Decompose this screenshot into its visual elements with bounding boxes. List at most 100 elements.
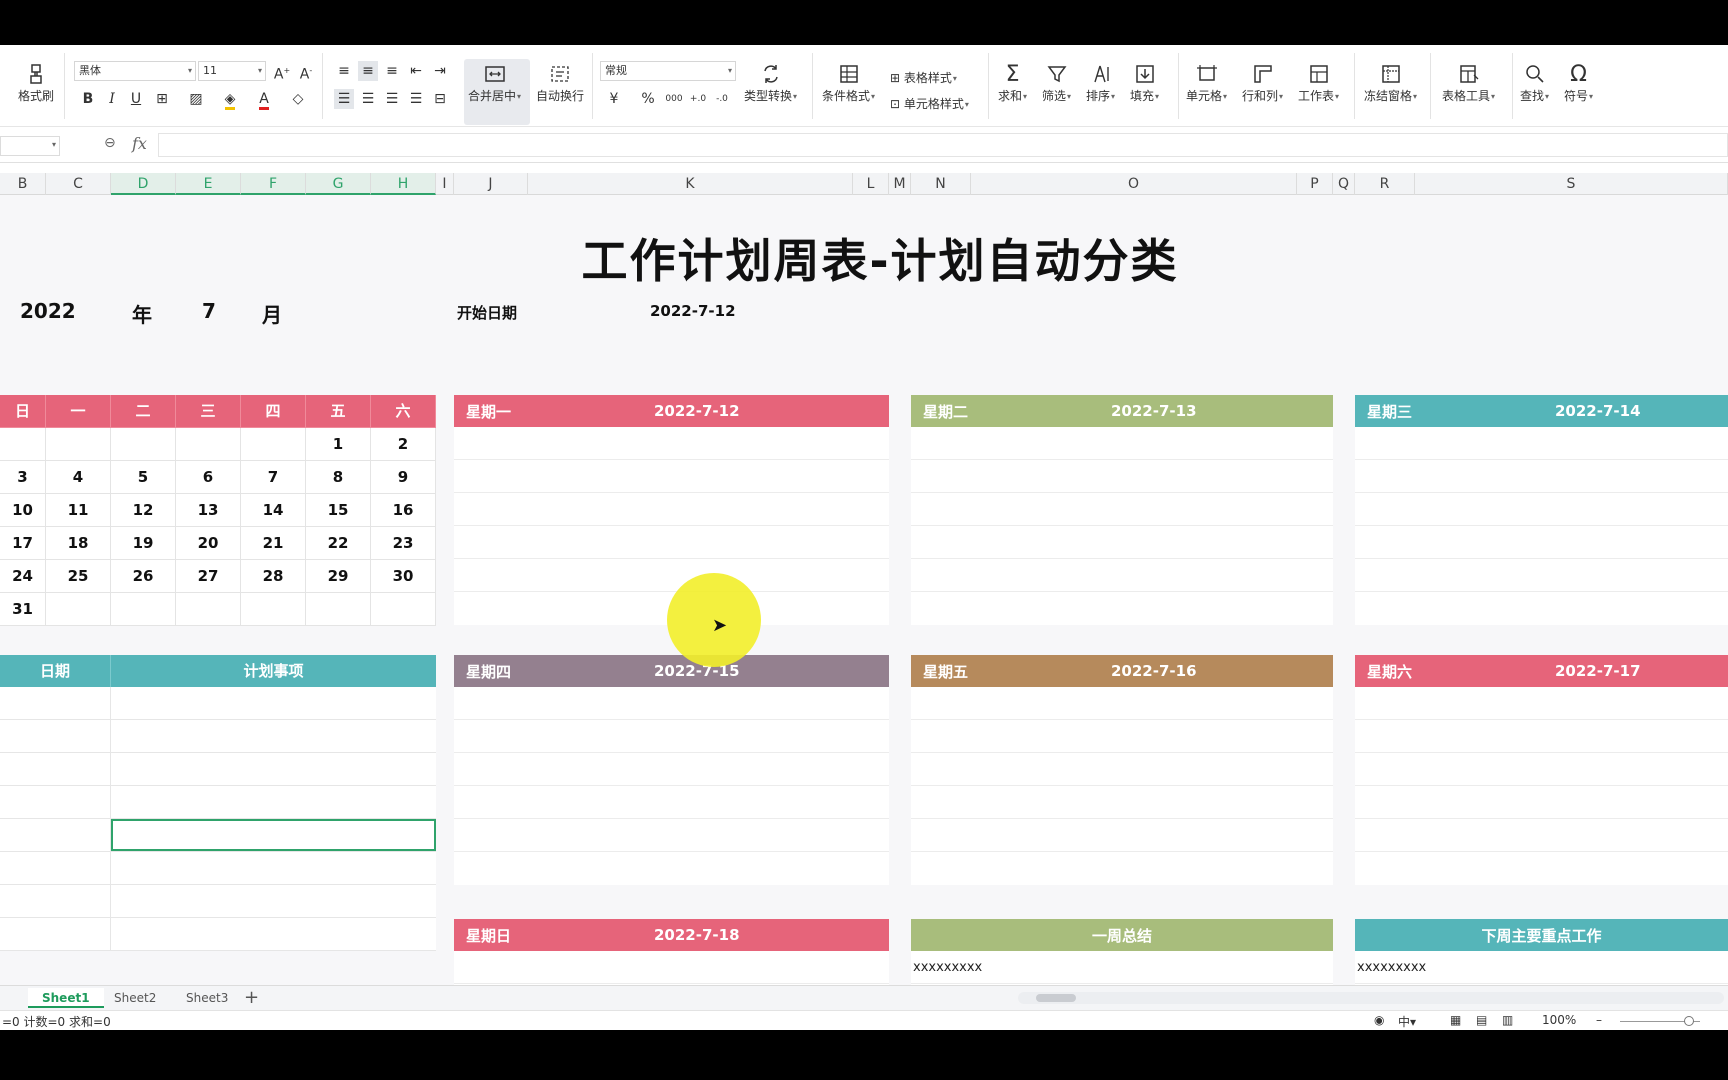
- formula-input[interactable]: [158, 133, 1728, 157]
- start-date-value[interactable]: 2022-7-12: [650, 302, 736, 320]
- currency-button[interactable]: ¥: [604, 89, 624, 109]
- add-sheet-icon[interactable]: +: [244, 987, 259, 1008]
- italic-button[interactable]: I: [102, 89, 122, 109]
- table-row[interactable]: [0, 885, 436, 918]
- column-header[interactable]: C: [46, 173, 111, 195]
- weekly-summary-box[interactable]: 一周总结 xxxxxxxxx xxxxxxxxx: [911, 919, 1333, 985]
- day-cell[interactable]: 16: [371, 494, 436, 527]
- page-break-icon[interactable]: ▥: [1502, 1013, 1513, 1027]
- day-cell[interactable]: 17: [0, 527, 46, 560]
- font-color-icon[interactable]: A: [254, 89, 274, 110]
- summary-line[interactable]: xxxxxxxxx: [911, 951, 1333, 984]
- column-header[interactable]: F: [241, 173, 306, 195]
- active-cell[interactable]: [111, 819, 436, 851]
- sum-button[interactable]: Σ 求和▾: [998, 61, 1027, 104]
- day-cell[interactable]: 19: [111, 527, 176, 560]
- column-header[interactable]: E: [176, 173, 241, 195]
- conditional-format-button[interactable]: 条件格式▾: [822, 61, 875, 104]
- thousands-button[interactable]: 000: [664, 89, 684, 109]
- table-row[interactable]: [0, 852, 436, 885]
- day-cell[interactable]: [46, 593, 111, 626]
- next-week-line[interactable]: xxxxxxxxx: [1355, 951, 1728, 984]
- fill-color-icon[interactable]: ◈: [220, 89, 240, 110]
- day-box-saturday[interactable]: 星期六 2022-7-17: [1355, 655, 1728, 885]
- table-tools-button[interactable]: 表格工具▾: [1442, 61, 1495, 104]
- day-cell[interactable]: 2: [371, 428, 436, 461]
- day-cell[interactable]: 21: [241, 527, 306, 560]
- normal-view-icon[interactable]: ▦: [1450, 1013, 1461, 1027]
- day-cell[interactable]: 5: [111, 461, 176, 494]
- justify-icon[interactable]: ☰: [406, 89, 426, 109]
- zoom-level[interactable]: 100%: [1542, 1013, 1576, 1027]
- indent-decrease-icon[interactable]: ⇤: [406, 61, 426, 81]
- cell-style-button[interactable]: ⊡ 单元格样式▾: [890, 95, 969, 112]
- align-left-icon[interactable]: ☰: [334, 89, 354, 109]
- day-cell[interactable]: [0, 428, 46, 461]
- indent-increase-icon[interactable]: ⇥: [430, 61, 450, 81]
- distribute-icon[interactable]: ⊟: [430, 89, 450, 109]
- day-cell[interactable]: 11: [46, 494, 111, 527]
- day-cell[interactable]: [241, 593, 306, 626]
- day-box-monday[interactable]: 星期一 2022-7-12: [454, 395, 889, 625]
- merge-center-button[interactable]: 合并居中▾: [468, 61, 521, 104]
- day-cell[interactable]: [176, 593, 241, 626]
- horizontal-scrollbar[interactable]: [1018, 992, 1724, 1004]
- font-size-select[interactable]: 11 ▾: [198, 61, 266, 81]
- day-box-sunday[interactable]: 星期日 2022-7-18: [454, 919, 889, 985]
- tab-sheet3[interactable]: Sheet3: [172, 988, 242, 1008]
- column-header[interactable]: B: [0, 173, 46, 195]
- cell-button[interactable]: 单元格▾: [1186, 61, 1227, 104]
- column-header[interactable]: Q: [1333, 173, 1355, 195]
- day-cell[interactable]: [176, 428, 241, 461]
- day-cell[interactable]: 15: [306, 494, 371, 527]
- day-cell[interactable]: 31: [0, 593, 46, 626]
- day-cell[interactable]: 28: [241, 560, 306, 593]
- tab-sheet2[interactable]: Sheet2: [100, 988, 170, 1008]
- next-week-box[interactable]: 下周主要重点工作 xxxxxxxxx xxxxxxxxx: [1355, 919, 1728, 985]
- day-cell[interactable]: 4: [46, 461, 111, 494]
- worksheet-button[interactable]: 工作表▾: [1298, 61, 1339, 104]
- table-row[interactable]: [0, 720, 436, 753]
- day-cell[interactable]: 29: [306, 560, 371, 593]
- percent-button[interactable]: %: [638, 89, 658, 109]
- decimal-decrease-button[interactable]: -.0: [712, 89, 732, 109]
- clear-format-icon[interactable]: ◇: [288, 89, 308, 109]
- day-cell[interactable]: 23: [371, 527, 436, 560]
- day-cell[interactable]: 25: [46, 560, 111, 593]
- zoom-slider-knob[interactable]: [1684, 1016, 1694, 1026]
- column-header[interactable]: O: [971, 173, 1297, 195]
- day-cell[interactable]: 3: [0, 461, 46, 494]
- align-top-icon[interactable]: ≡: [334, 61, 354, 81]
- column-header[interactable]: H: [371, 173, 436, 195]
- day-cell[interactable]: 20: [176, 527, 241, 560]
- day-cell[interactable]: [241, 428, 306, 461]
- day-box-friday[interactable]: 星期五 2022-7-16: [911, 655, 1333, 885]
- column-header[interactable]: P: [1297, 173, 1333, 195]
- day-cell[interactable]: 6: [176, 461, 241, 494]
- zoom-out-icon[interactable]: –: [1596, 1013, 1602, 1027]
- sheet-grid[interactable]: 工作计划周表-计划自动分类 2022 年 7 月 开始日期 2022-7-12 …: [0, 195, 1728, 985]
- sort-button[interactable]: 排序▾: [1086, 61, 1115, 104]
- freeze-panes-button[interactable]: 冻结窗格▾: [1364, 61, 1417, 104]
- column-header[interactable]: K: [528, 173, 853, 195]
- align-center-icon[interactable]: ☰: [358, 89, 378, 109]
- day-cell[interactable]: 10: [0, 494, 46, 527]
- wrap-text-button[interactable]: 自动换行: [536, 61, 584, 104]
- eye-icon[interactable]: ◉: [1374, 1013, 1384, 1027]
- day-cell[interactable]: 13: [176, 494, 241, 527]
- day-cell[interactable]: 7: [241, 461, 306, 494]
- day-cell[interactable]: 27: [176, 560, 241, 593]
- day-cell[interactable]: 14: [241, 494, 306, 527]
- column-header[interactable]: R: [1355, 173, 1415, 195]
- day-cell[interactable]: 1: [306, 428, 371, 461]
- day-cell[interactable]: [371, 593, 436, 626]
- align-right-icon[interactable]: ☰: [382, 89, 402, 109]
- column-header[interactable]: N: [911, 173, 971, 195]
- zoom-formula-icon[interactable]: ⊖: [104, 135, 116, 151]
- border-icon[interactable]: ⊞: [152, 89, 172, 109]
- day-cell[interactable]: [111, 593, 176, 626]
- table-row[interactable]: [0, 753, 436, 786]
- number-format-select[interactable]: 常规 ▾: [600, 61, 736, 81]
- day-cell[interactable]: 26: [111, 560, 176, 593]
- fx-label[interactable]: fx: [132, 134, 147, 153]
